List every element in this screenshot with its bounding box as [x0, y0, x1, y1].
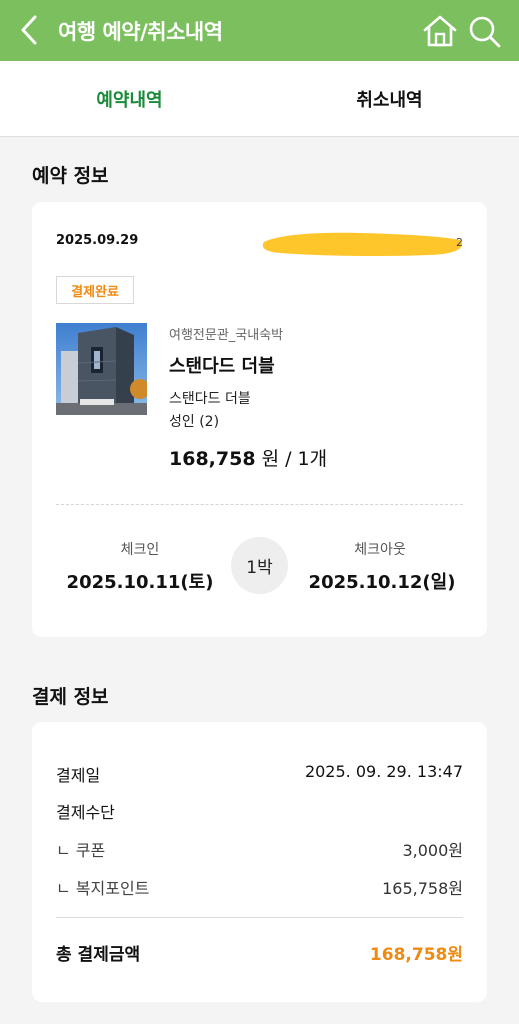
payment-divider [56, 917, 463, 918]
payment-card: 결제일 2025. 09. 29. 13:47 결제수단 ㄴ 쿠폰 3,000원… [32, 722, 487, 1002]
price-suffix: 원 / 1개 [255, 448, 328, 470]
price-line: 168,758 원 / 1개 [169, 444, 327, 471]
search-button[interactable] [467, 14, 503, 48]
payment-date-label: 결제일 [56, 766, 101, 785]
coupon-label: ㄴ 쿠폰 [56, 841, 106, 860]
checkout-label: 체크아웃 [354, 542, 406, 558]
guest-count: 성인 (2) [169, 414, 220, 430]
hotel-building-image [56, 323, 147, 415]
status-badge: 결제완료 [56, 276, 134, 304]
checkout-date: 2025.10.12(일) [308, 572, 456, 593]
payment-method-label: 결제수단 [56, 803, 115, 822]
chevron-left-icon [21, 15, 37, 45]
svg-text:2: 2 [456, 236, 463, 249]
home-icon [423, 15, 457, 47]
payment-date-value: 2025. 09. 29. 13:47 [304, 762, 463, 781]
hotel-thumbnail[interactable] [56, 323, 147, 415]
tab-bar: 예약내역 취소내역 [0, 61, 519, 137]
page-title: 여행 예약/취소내역 [58, 20, 223, 44]
payment-section-title: 결제 정보 [32, 686, 109, 708]
room-name: 스탠다드 더블 [169, 356, 275, 377]
provider-label: 여행전문관_국내숙박 [169, 328, 284, 343]
points-value: 165,758원 [382, 879, 463, 898]
points-label: ㄴ 복지포인트 [56, 879, 150, 898]
tab-reservations[interactable]: 예약내역 [0, 61, 259, 136]
dashed-divider [56, 504, 463, 505]
home-button[interactable] [422, 14, 458, 48]
nights-badge: 1박 [231, 537, 288, 594]
redaction-mark: 2 [262, 232, 463, 257]
total-label: 총 결제금액 [56, 945, 141, 965]
checkin-label: 체크인 [120, 542, 160, 558]
reservation-section-title: 예약 정보 [32, 165, 109, 187]
room-type: 스탠다드 더블 [169, 391, 251, 407]
checkin-date: 2025.10.11(토) [66, 572, 214, 593]
reservation-card[interactable]: 2025.09.29 2 결제완료 여행전문관_국내숙박 스탠다드 더블 스탠다… [32, 202, 487, 637]
tab-cancellations[interactable]: 취소내역 [260, 61, 519, 136]
back-button[interactable] [14, 12, 44, 48]
search-icon [469, 16, 501, 48]
coupon-value: 3,000원 [402, 841, 463, 860]
app-header: 여행 예약/취소내역 [0, 0, 519, 61]
price-amount: 168,758 [169, 448, 256, 470]
total-value: 168,758원 [369, 945, 463, 965]
reservation-date: 2025.09.29 [56, 233, 139, 248]
